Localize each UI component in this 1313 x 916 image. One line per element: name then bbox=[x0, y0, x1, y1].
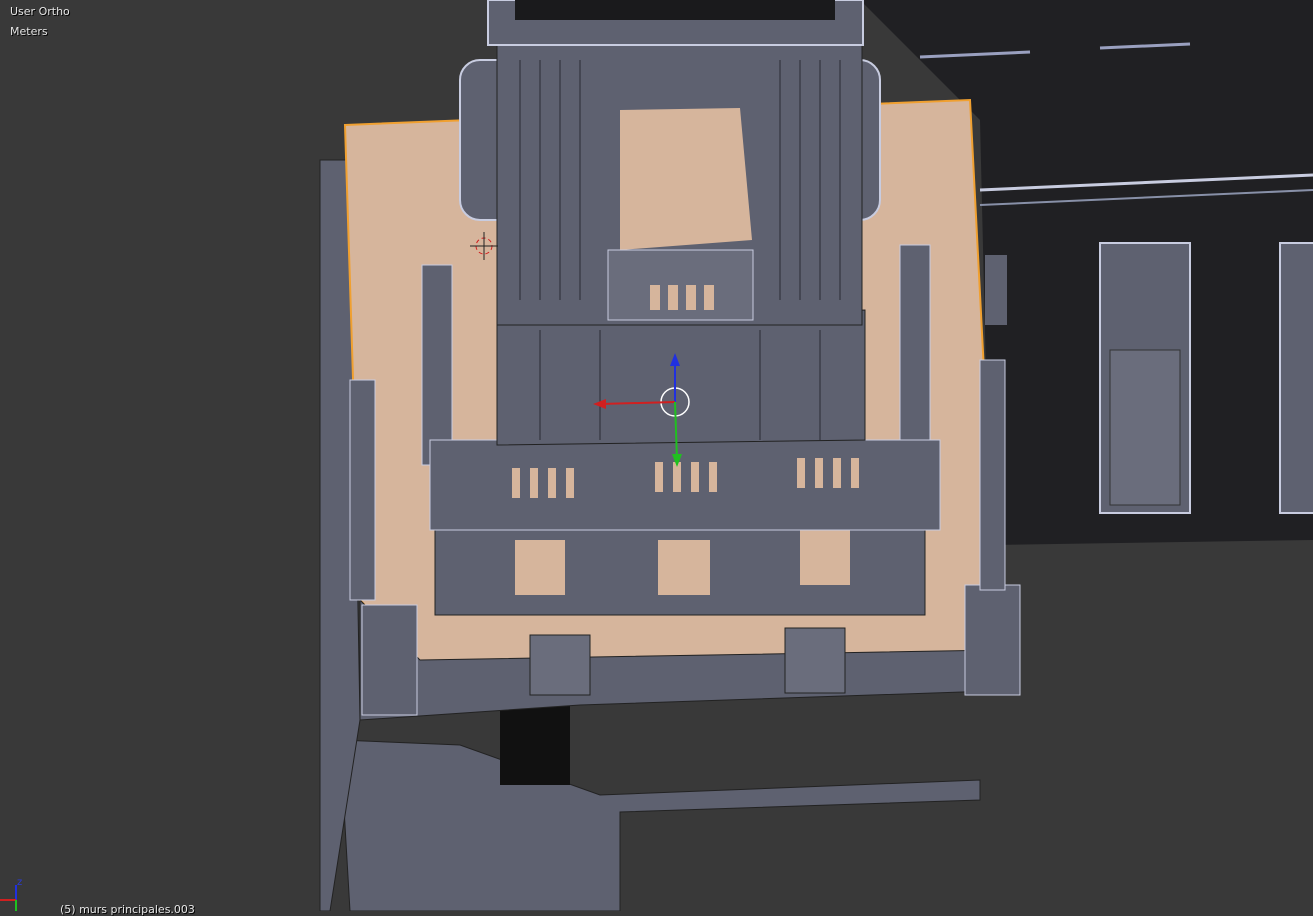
active-object-label: (5) murs principales.003 bbox=[60, 903, 195, 916]
view-name-label: User Ortho bbox=[10, 5, 70, 18]
axis-widget bbox=[0, 885, 17, 911]
tower-mid-tier bbox=[496, 309, 866, 446]
tower-lower-tier bbox=[429, 439, 941, 616]
units-label: Meters bbox=[10, 25, 48, 38]
axis-z-label: z bbox=[17, 877, 23, 888]
3d-viewport[interactable] bbox=[0, 0, 1313, 911]
